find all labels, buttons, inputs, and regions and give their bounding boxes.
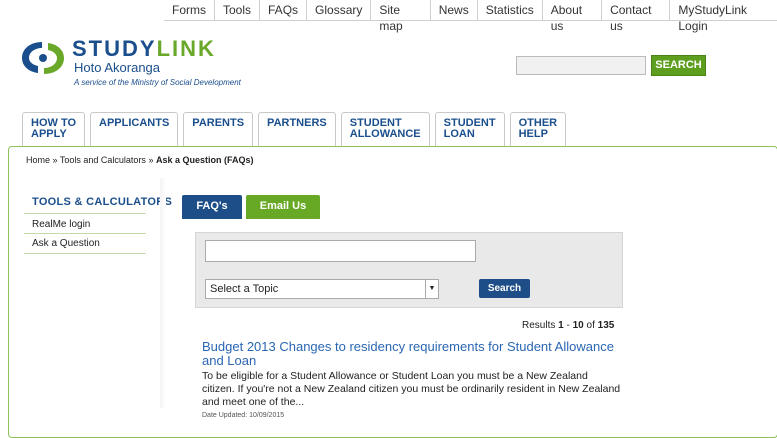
results-count: Results 1 - 10 of 135 xyxy=(522,320,615,331)
utility-nav: Forms Tools FAQs Glossary Site map News … xyxy=(164,0,777,33)
nav-contact-us[interactable]: Contact us xyxy=(601,0,669,33)
topic-select-value: Select a Topic xyxy=(210,283,279,295)
tab-faqs[interactable]: FAQ's xyxy=(182,195,242,219)
brand-name: STUDYLINK xyxy=(72,36,216,61)
faq-search-button[interactable]: Search xyxy=(479,279,530,298)
nav-about-us[interactable]: About us xyxy=(541,0,601,33)
brand-subtitle: Hoto Akoranga xyxy=(74,60,161,75)
nav-tools[interactable]: Tools xyxy=(214,0,259,20)
result-snippet: To be eligible for a Student Allowance o… xyxy=(202,370,621,408)
sidebar-title: TOOLS & CALCULATORS xyxy=(32,196,173,208)
main-nav: HOW TO APPLY APPLICANTS PARENTS PARTNERS … xyxy=(22,112,567,146)
tab-student-allowance[interactable]: STUDENT ALLOWANCE xyxy=(340,112,430,146)
nav-statistics[interactable]: Statistics xyxy=(476,0,542,20)
result-date-updated: Date Updated: 10/09/2015 xyxy=(202,412,285,419)
nav-news[interactable]: News xyxy=(429,0,477,20)
sidebar-item-ask-a-question[interactable]: Ask a Question xyxy=(32,238,100,249)
site-logo[interactable]: STUDYLINK Hoto Akoranga A service of the… xyxy=(20,38,280,96)
sidebar-item-realme-login[interactable]: RealMe login xyxy=(32,219,90,230)
studylink-logo-icon xyxy=(22,42,64,74)
result-title-link[interactable]: Budget 2013 Changes to residency require… xyxy=(202,340,622,368)
sidebar-shadow xyxy=(160,178,166,408)
breadcrumb-home[interactable]: Home xyxy=(26,155,50,165)
chevron-down-icon[interactable]: ▼ xyxy=(425,280,438,298)
tab-how-to-apply[interactable]: HOW TO APPLY xyxy=(22,112,86,146)
nav-faqs[interactable]: FAQs xyxy=(259,0,306,20)
tab-partners[interactable]: PARTNERS xyxy=(258,112,336,146)
nav-mystudylink-login[interactable]: MyStudyLink Login xyxy=(669,0,777,33)
nav-site-map[interactable]: Site map xyxy=(370,0,429,33)
breadcrumb-tools[interactable]: Tools and Calculators xyxy=(60,155,146,165)
brand-tagline: A service of the Ministry of Social Deve… xyxy=(74,78,241,87)
tab-other-help[interactable]: OTHER HELP xyxy=(509,112,567,146)
sidebar-divider xyxy=(24,253,146,254)
tab-email-us[interactable]: Email Us xyxy=(246,195,320,219)
site-search-input[interactable] xyxy=(516,56,646,75)
tab-applicants[interactable]: APPLICANTS xyxy=(90,112,179,146)
topic-select[interactable]: Select a Topic ▼ xyxy=(205,279,439,299)
breadcrumb: Home » Tools and Calculators » Ask a Que… xyxy=(26,155,254,165)
nav-forms[interactable]: Forms xyxy=(164,0,214,20)
faq-search-input[interactable] xyxy=(205,240,476,262)
tab-student-loan[interactable]: STUDENT LOAN xyxy=(434,112,505,146)
sidebar-divider xyxy=(24,213,146,214)
nav-glossary[interactable]: Glossary xyxy=(306,0,370,20)
tab-parents[interactable]: PARENTS xyxy=(183,112,254,146)
sidebar-divider xyxy=(24,233,146,234)
breadcrumb-current: Ask a Question (FAQs) xyxy=(155,155,254,165)
site-search-button[interactable]: SEARCH xyxy=(651,55,706,76)
